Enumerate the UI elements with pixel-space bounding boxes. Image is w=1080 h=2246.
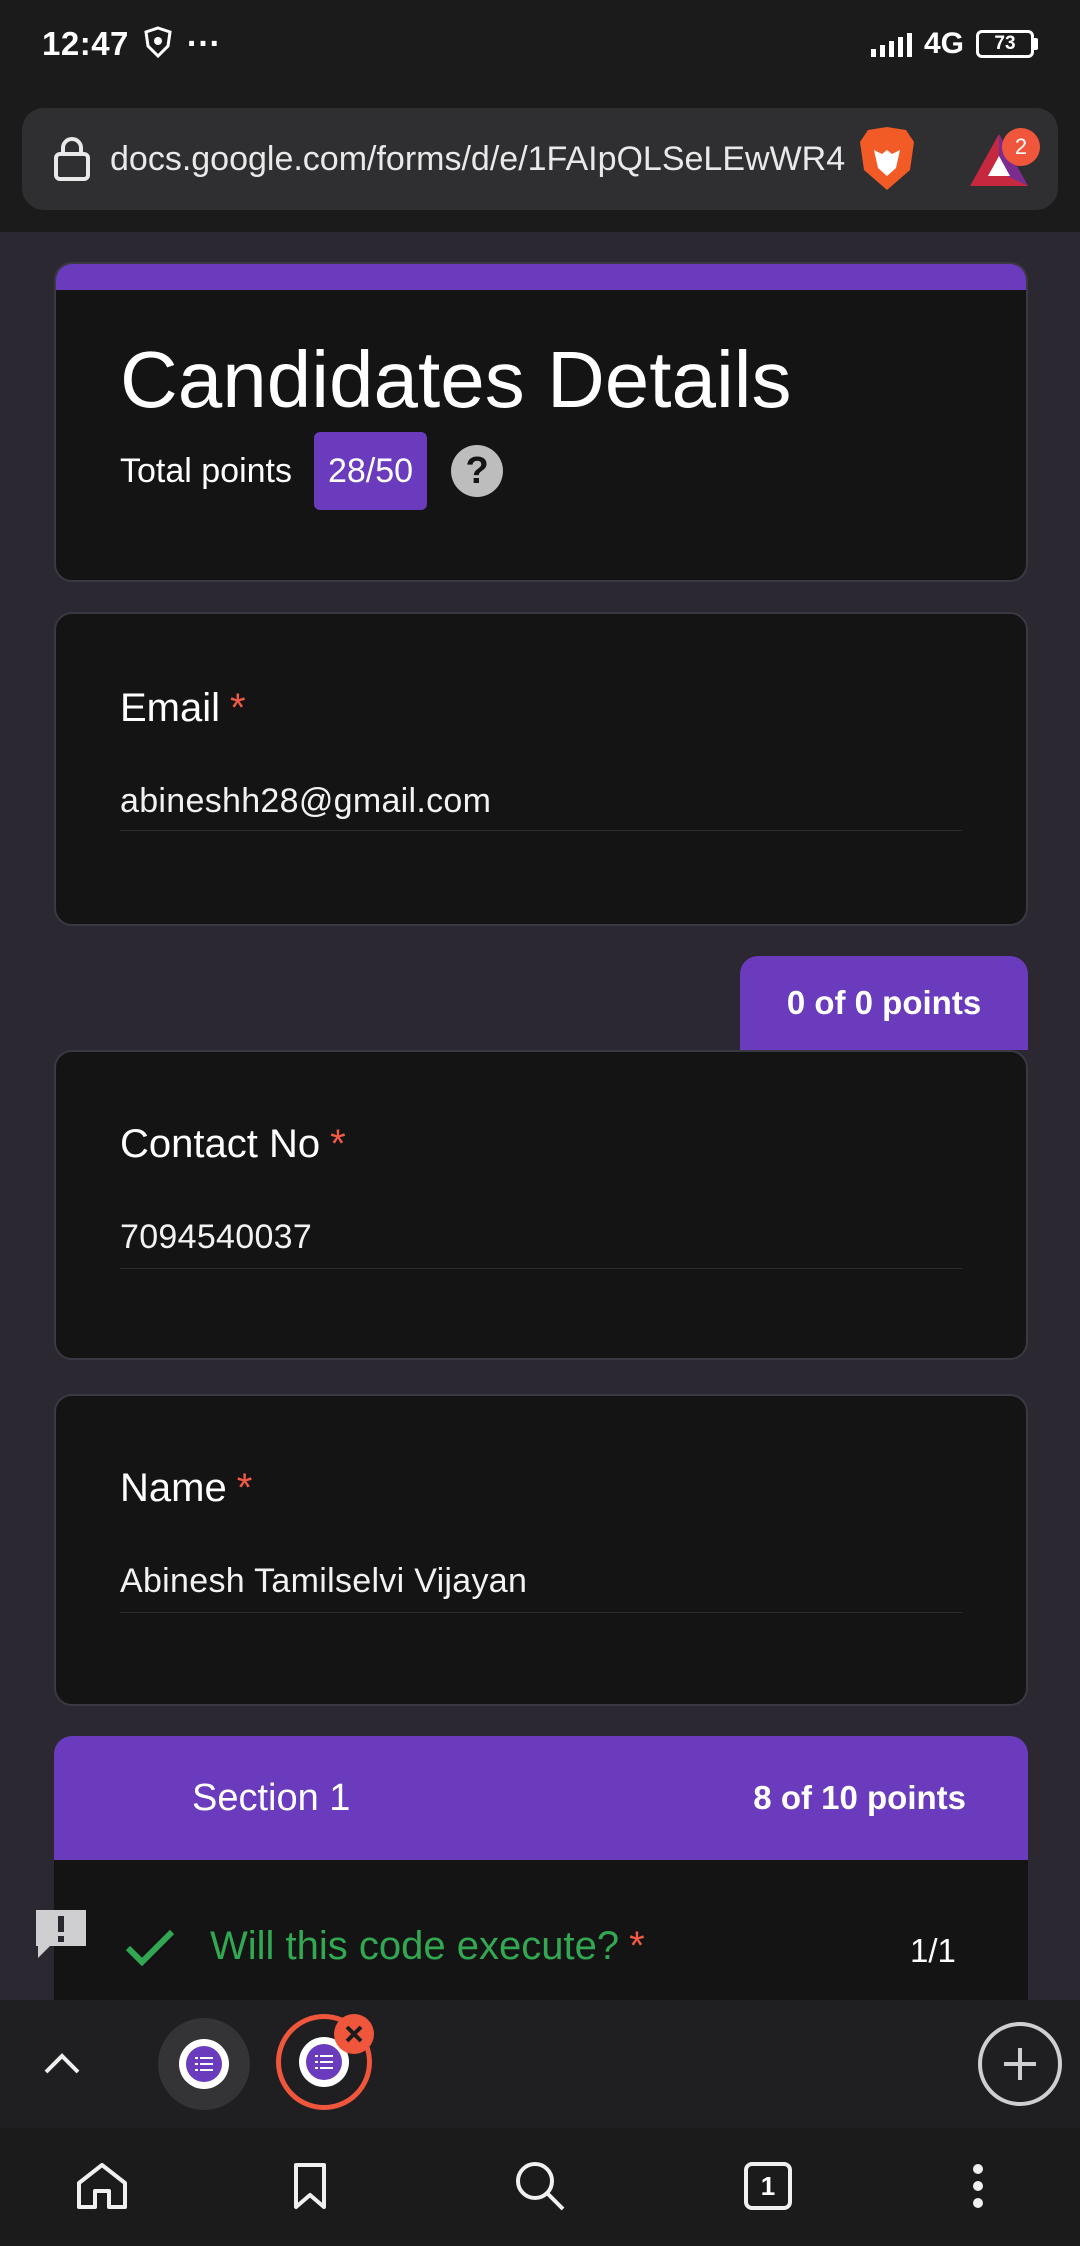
battery-icon: 73 — [976, 30, 1038, 58]
answer-underline — [120, 830, 962, 831]
address-bar[interactable]: docs.google.com/forms/d/e/1FAIpQLSeLEwWR… — [22, 108, 1058, 210]
signal-icon — [870, 31, 912, 57]
question-score: 1/1 — [910, 1932, 956, 1969]
question-title: Will this code execute? * — [210, 1924, 645, 1969]
brave-shields-icon[interactable] — [856, 124, 918, 199]
url-text[interactable]: docs.google.com/forms/d/e/1FAIpQLSeLEwWR… — [110, 108, 850, 210]
answer-underline — [120, 1268, 962, 1269]
required-marker: * — [230, 686, 246, 730]
battery-level: 73 — [976, 30, 1034, 58]
form-title: Candidates Details — [120, 335, 792, 424]
section-points: 8 of 10 points — [753, 1779, 966, 1816]
menu-icon[interactable] — [948, 2156, 1008, 2216]
tab-count: 1 — [744, 2162, 792, 2210]
search-icon[interactable] — [510, 2156, 570, 2216]
bottom-navigation: 1 — [0, 2128, 1080, 2246]
question-label: Name — [120, 1466, 227, 1510]
brave-shield-status-icon — [143, 25, 173, 63]
tab-strip — [0, 2000, 1080, 2128]
required-marker: * — [330, 1122, 346, 1166]
clock: 12:47 — [42, 25, 129, 62]
google-forms-icon — [179, 2039, 229, 2089]
question-title: Contact No * — [120, 1122, 346, 1167]
network-type: 4G — [923, 27, 964, 60]
status-bar: 12:47 ··· 4G 73 — [0, 0, 1080, 88]
answer-text: Abinesh Tamilselvi Vijayan — [120, 1562, 528, 1600]
home-icon[interactable] — [72, 2156, 132, 2216]
more-notifications-icon: ··· — [186, 24, 221, 63]
total-points-label: Total points — [120, 451, 292, 490]
answer-text: abineshh28@gmail.com — [120, 782, 492, 820]
required-marker: * — [236, 1466, 253, 1510]
form-header-card: Candidates Details Total points 28/50 ? — [54, 262, 1028, 582]
question-title: Email * — [120, 686, 246, 731]
question-title: Name * — [120, 1466, 252, 1511]
notification-badge: 2 — [1002, 128, 1040, 166]
question-card-email: Email * abineshh28@gmail.com — [54, 612, 1028, 926]
question-label: Email — [120, 686, 221, 730]
required-marker: * — [629, 1924, 645, 1968]
feedback-icon[interactable] — [34, 1906, 88, 1965]
points-tab: 0 of 0 points — [740, 956, 1028, 1050]
new-tab-button[interactable] — [978, 2022, 1062, 2106]
close-tab-icon[interactable] — [334, 2014, 374, 2054]
answer-text: 7094540037 — [120, 1218, 313, 1256]
question-card-name: Name * Abinesh Tamilselvi Vijayan — [54, 1394, 1028, 1706]
open-tab-forms-1[interactable] — [158, 2018, 250, 2110]
section-header: Section 1 8 of 10 points — [54, 1736, 1028, 1860]
browser-toolbar: docs.google.com/forms/d/e/1FAIpQLSeLEwWR… — [0, 88, 1080, 232]
tabs-button[interactable]: 1 — [738, 2156, 798, 2216]
form-accent-bar — [56, 264, 1026, 290]
question-card-contact: Contact No * 7094540037 — [54, 1050, 1028, 1360]
help-icon[interactable]: ? — [451, 445, 504, 497]
total-points-score: 28/50 — [314, 432, 428, 510]
lock-icon[interactable] — [52, 136, 92, 187]
chevron-up-icon[interactable] — [40, 2042, 84, 2091]
section-title: Section 1 — [192, 1777, 351, 1819]
correct-check-icon — [124, 1928, 176, 1973]
question-label: Contact No — [120, 1122, 321, 1166]
answer-underline — [120, 1612, 962, 1613]
total-points-row: Total points 28/50 ? — [120, 432, 504, 510]
bookmark-icon[interactable] — [280, 2156, 340, 2216]
question-label: Will this code execute? — [210, 1924, 620, 1968]
